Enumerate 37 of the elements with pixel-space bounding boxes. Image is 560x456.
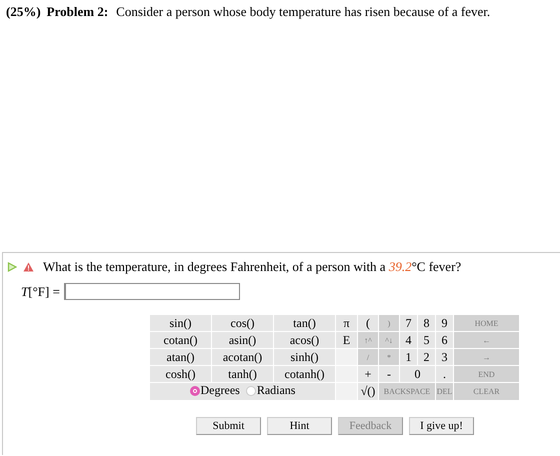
keypad-key[interactable]: tanh() — [212, 366, 274, 382]
radio-button[interactable] — [190, 386, 200, 396]
answer-field[interactable] — [64, 283, 240, 300]
keypad-key[interactable]: 9 — [436, 314, 454, 332]
keypad-key[interactable]: + — [358, 366, 378, 382]
keypad-key[interactable]: acos() — [274, 332, 336, 348]
keypad-key[interactable]: acotan() — [212, 348, 274, 366]
radio-label: Radians — [256, 383, 296, 398]
warning-icon — [23, 262, 34, 272]
problem-number: Problem 2: — [46, 4, 108, 19]
keypad-key[interactable]: asin() — [212, 332, 274, 348]
keypad-key[interactable]: tan() — [274, 314, 336, 332]
action-button[interactable]: Hint — [267, 416, 332, 434]
keypad-key[interactable]: ( — [358, 314, 378, 332]
keypad-key[interactable]: 0 — [400, 366, 436, 382]
answer-label: T[°F] = — [21, 284, 60, 300]
action-button[interactable]: I give up! — [409, 416, 474, 434]
question-text: What is the temperature, in degrees Fahrenheit, of a person with a 39.2°C fever? — [43, 259, 462, 275]
problem-statement: Consider a person whose body temperature has risen because of a fever. — [116, 4, 490, 19]
keypad-key[interactable]: E — [336, 332, 358, 348]
keypad-key[interactable]: cotanh() — [274, 366, 336, 382]
play-icon[interactable] — [7, 262, 17, 272]
keypad-key[interactable]: sinh() — [274, 348, 336, 366]
keypad-key[interactable]: atan() — [150, 348, 212, 366]
keypad-key[interactable]: - — [378, 366, 400, 382]
keypad-key[interactable]: 7 — [400, 314, 418, 332]
keypad-key[interactable]: π — [336, 314, 358, 332]
problem-weight: (25%) — [6, 4, 41, 19]
keypad-key[interactable]: cotan() — [150, 332, 212, 348]
action-button[interactable]: Submit — [196, 416, 261, 434]
keypad-key[interactable]: √() — [358, 382, 378, 400]
radio-label: Degrees — [200, 383, 240, 398]
keypad-key[interactable]: 8 — [418, 314, 436, 332]
radio-button[interactable] — [246, 386, 256, 396]
keypad-key[interactable]: cosh() — [150, 366, 212, 382]
keypad-key[interactable]: sin() — [150, 314, 212, 332]
keypad-key[interactable]: cos() — [212, 314, 274, 332]
